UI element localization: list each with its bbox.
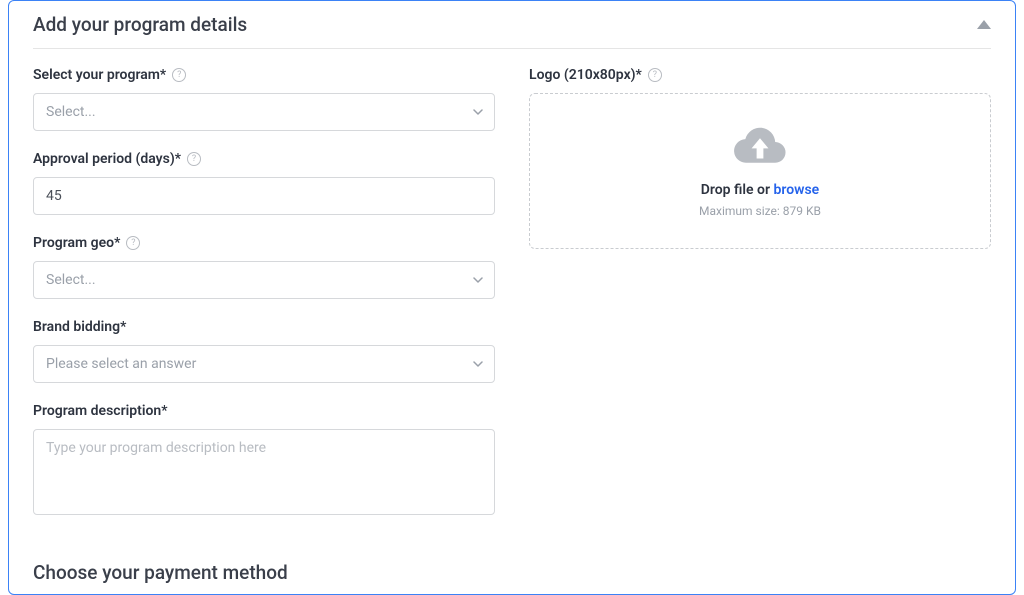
left-column: Select your program* ? Select... Approva… <box>33 67 495 539</box>
help-icon[interactable]: ? <box>126 236 140 250</box>
max-size-text: Maximum size: 879 KB <box>699 204 821 218</box>
right-column: Logo (210x80px)* ? Drop file or browse M… <box>529 67 991 539</box>
logo-label: Logo (210x80px)* <box>529 67 642 83</box>
program-select[interactable]: Select... <box>33 93 495 131</box>
approval-label: Approval period (days)* <box>33 151 181 167</box>
description-label: Program description* <box>33 403 168 419</box>
browse-link[interactable]: browse <box>773 182 819 198</box>
field-approval-period: Approval period (days)* ? <box>33 151 495 215</box>
section2-title: Choose your payment method <box>33 561 991 584</box>
collapse-icon[interactable] <box>977 20 991 29</box>
geo-label: Program geo* <box>33 235 120 251</box>
section-title: Add your program details <box>33 13 247 36</box>
drop-text: Drop file or browse <box>701 182 819 198</box>
help-icon[interactable]: ? <box>172 68 186 82</box>
program-select-value: Select... <box>46 104 96 120</box>
geo-select[interactable]: Select... <box>33 261 495 299</box>
brand-label: Brand bidding* <box>33 319 126 335</box>
description-textarea[interactable] <box>33 429 495 515</box>
drop-prefix: Drop file or <box>701 182 774 198</box>
section-header: Add your program details <box>33 13 991 49</box>
cloud-upload-icon <box>733 124 787 166</box>
field-brand-bidding: Brand bidding* Please select an answer <box>33 319 495 383</box>
brand-select-value: Please select an answer <box>46 356 196 372</box>
help-icon[interactable]: ? <box>648 68 662 82</box>
brand-select[interactable]: Please select an answer <box>33 345 495 383</box>
field-logo: Logo (210x80px)* ? Drop file or browse M… <box>529 67 991 249</box>
form-columns: Select your program* ? Select... Approva… <box>33 67 991 539</box>
program-details-panel: Add your program details Select your pro… <box>8 0 1016 595</box>
geo-select-value: Select... <box>46 272 96 288</box>
help-icon[interactable]: ? <box>187 152 201 166</box>
field-program-description: Program description* <box>33 403 495 519</box>
approval-input[interactable] <box>33 177 495 215</box>
field-program-geo: Program geo* ? Select... <box>33 235 495 299</box>
logo-dropzone[interactable]: Drop file or browse Maximum size: 879 KB <box>529 93 991 249</box>
field-select-program: Select your program* ? Select... <box>33 67 495 131</box>
program-label: Select your program* <box>33 67 166 83</box>
